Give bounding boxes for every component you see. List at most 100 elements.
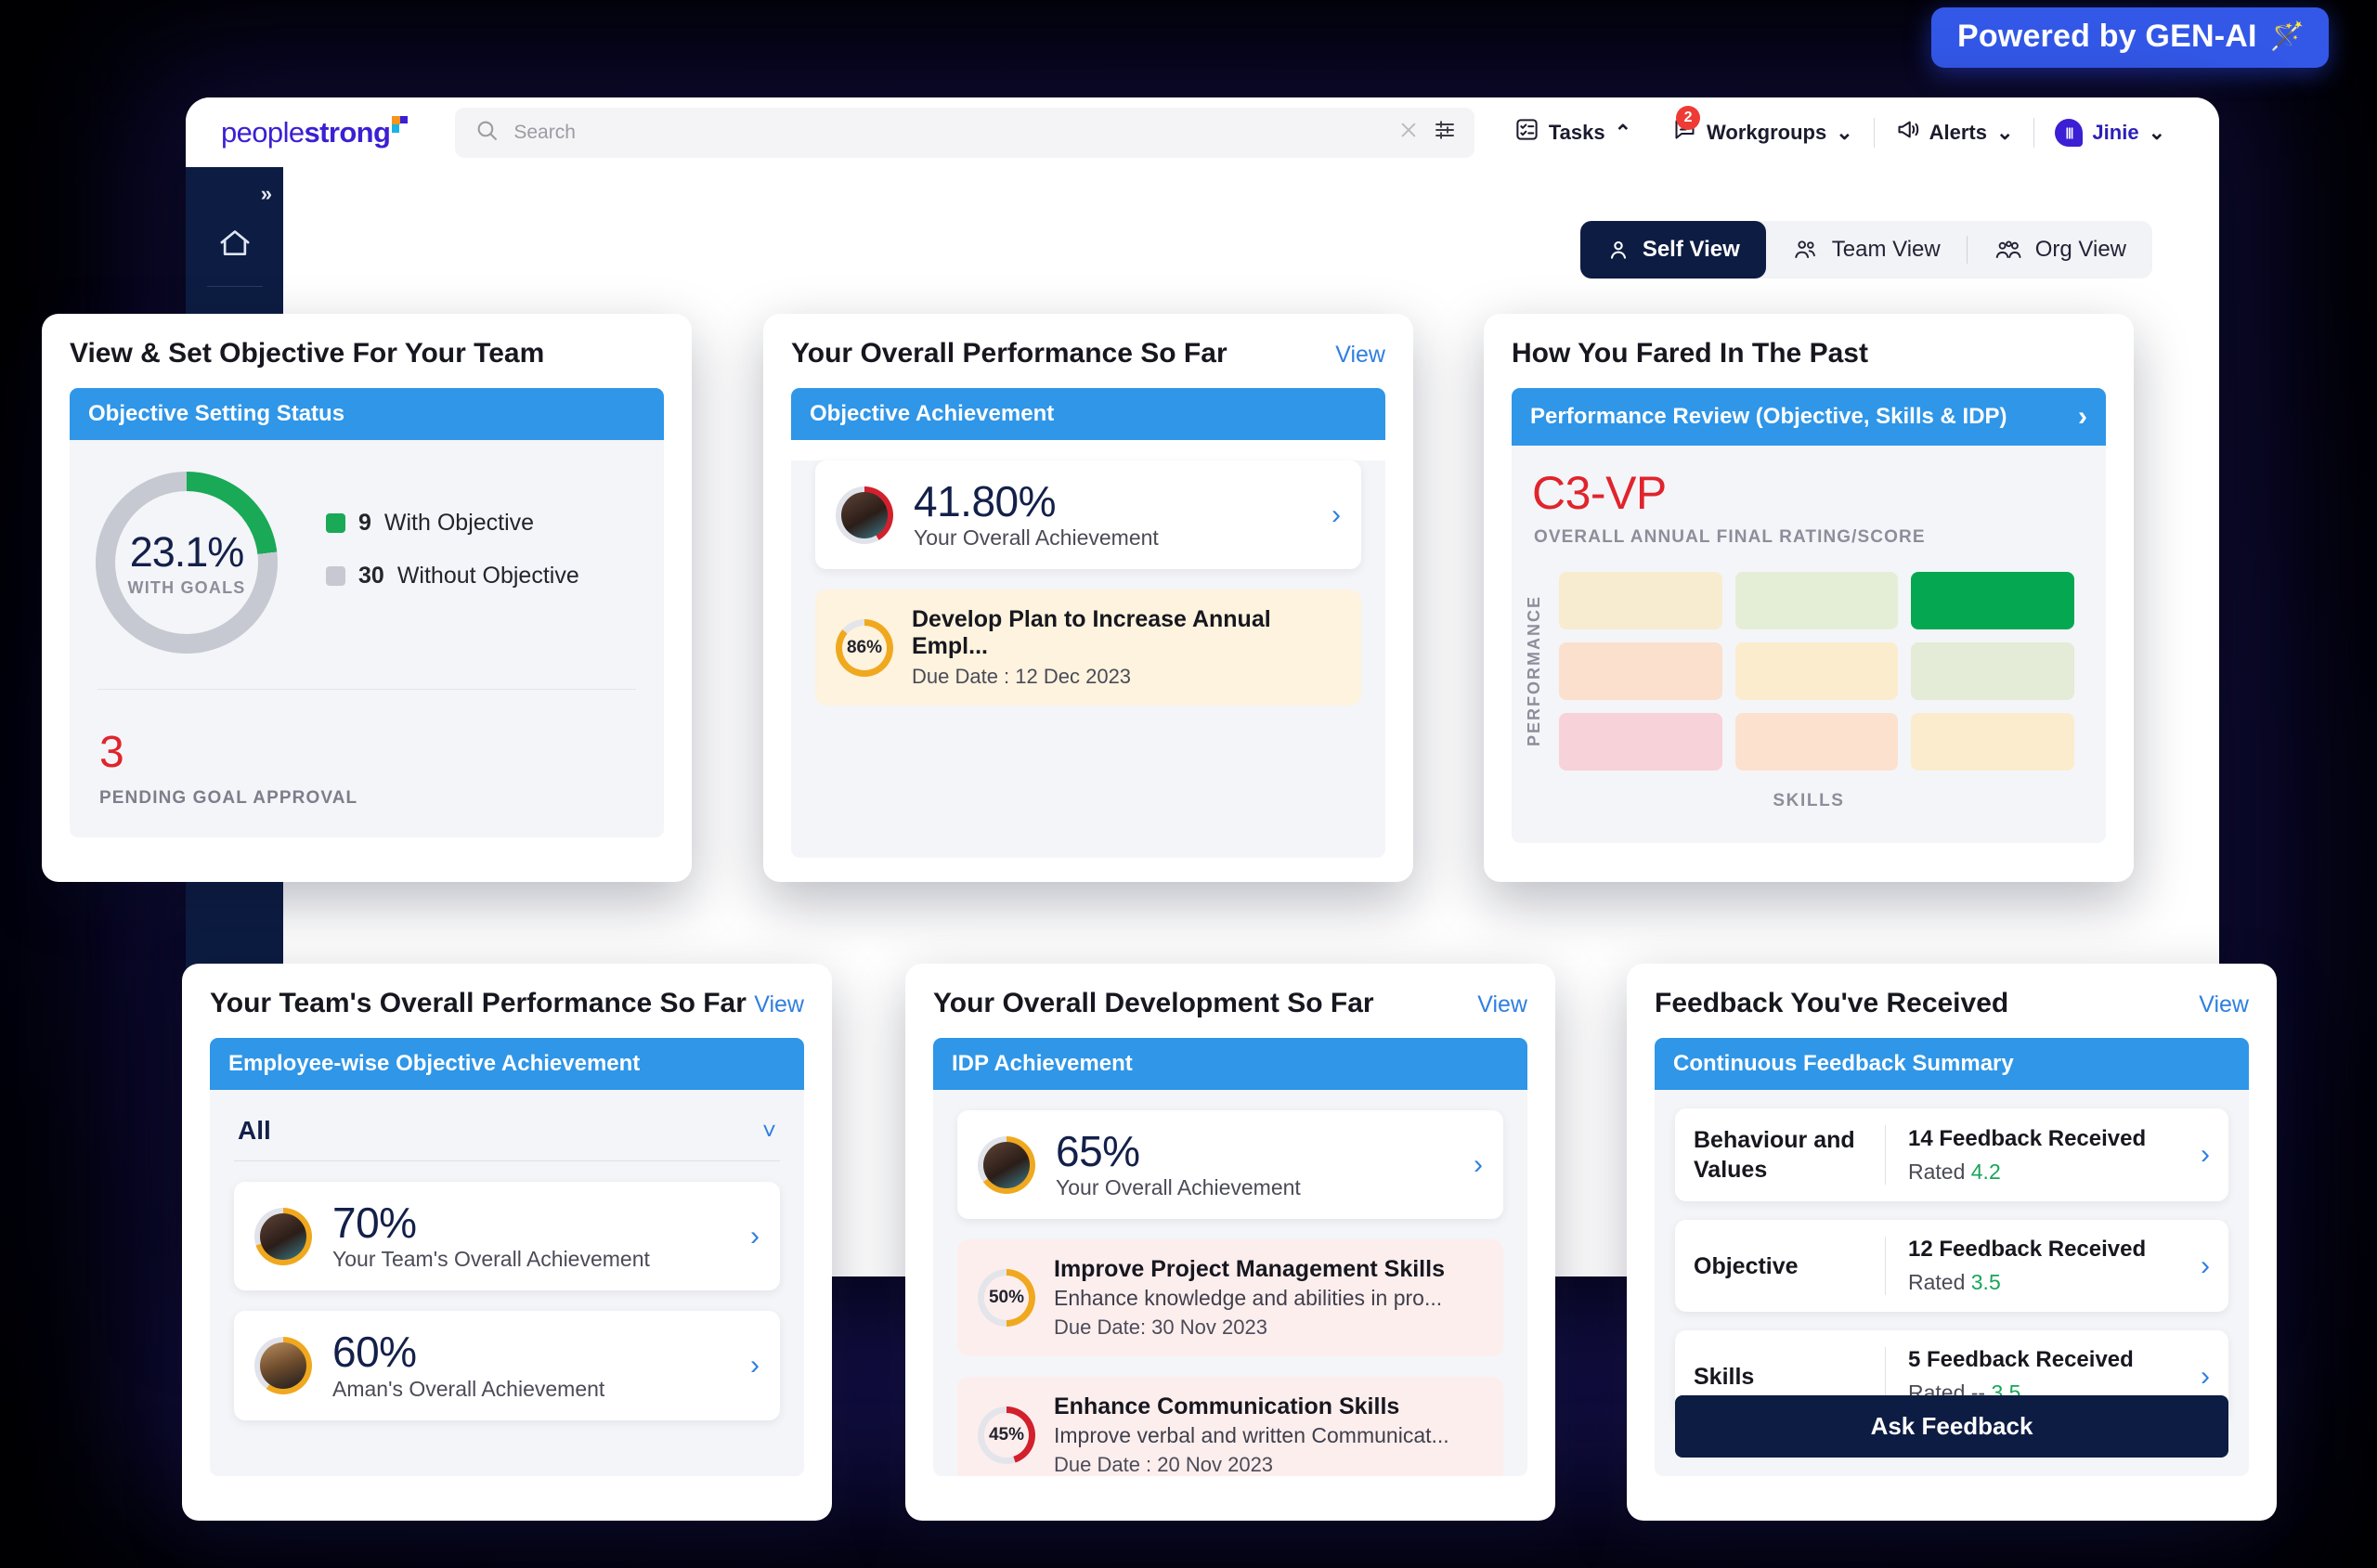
card-panel: 41.80% Your Overall Achievement › 86% De… [791, 460, 1385, 858]
team-achievement-percent: 70% [332, 1199, 417, 1247]
card-title-feedback: Feedback You've Received [1655, 988, 2009, 1018]
powered-by-genai-badge: Powered by GEN-AI 🪄 [1930, 7, 2329, 68]
card-header: View & Set Objective For Your Team [70, 338, 664, 369]
idp-task-row[interactable]: 50% Improve Project Management Skills En… [957, 1239, 1503, 1357]
search-bar[interactable]: Search [455, 107, 1475, 158]
card-header: Feedback You've Received View [1655, 988, 2249, 1019]
achievement-label: Your Overall Achievement [914, 525, 1159, 551]
idp-achievement-row[interactable]: 65% Your Overall Achievement › [957, 1110, 1503, 1220]
chevron-right-icon[interactable]: › [1474, 1149, 1483, 1181]
heatmap-x-axis-label: SKILLS [1773, 791, 1845, 810]
heatmap-cell [1559, 713, 1722, 771]
feedback-rated-prefix: Rated [1908, 1159, 1966, 1184]
final-rating-value: C3-VP [1532, 467, 1667, 519]
avatar [836, 486, 893, 544]
search-input[interactable]: Search [513, 122, 1383, 144]
tab-label-team-view: Team View [1831, 237, 1941, 262]
feedback-divider [1885, 1237, 1886, 1295]
heatmap-cell [1911, 642, 2074, 700]
feedback-rating-value: 4.2 [1970, 1159, 2001, 1184]
final-rating-label: OVERALL ANNUAL FINAL RATING/SCORE [1534, 527, 1926, 547]
view-link-overall-performance[interactable]: View [1335, 342, 1385, 369]
chevron-right-icon[interactable]: › [750, 1221, 760, 1252]
objective-donut-chart: 23.1% WITH GOALS 9 With Objective 30 Wit… [70, 440, 664, 670]
chevron-right-icon[interactable]: › [2201, 1361, 2210, 1393]
task-due-date: Due Date : 12 Dec 2023 [912, 665, 1132, 689]
card-banner: Employee-wise Objective Achievement [210, 1038, 804, 1090]
feedback-rating-value: 3.5 [1970, 1270, 2001, 1294]
feedback-count: 5 Feedback Received [1908, 1347, 2134, 1372]
donut-value: 23.1% [129, 527, 245, 576]
filter-sliders-icon[interactable] [1434, 119, 1456, 146]
peoplestrong-logo[interactable]: peoplestrong [221, 115, 409, 149]
donut-center: 23.1% WITH GOALS [115, 491, 258, 634]
employee-filter-select[interactable]: All ˅ [234, 1107, 780, 1161]
overall-achievement-row[interactable]: 41.80% Your Overall Achievement › [815, 460, 1361, 570]
view-link-development[interactable]: View [1477, 991, 1527, 1018]
sidebar-item-home[interactable] [186, 206, 283, 280]
tasks-icon [1514, 117, 1539, 148]
pending-goal-approval[interactable]: 3 PENDING GOAL APPROVAL [70, 690, 664, 809]
idp-task-due-date: Due Date: 30 Nov 2023 [1054, 1315, 1267, 1340]
nav-item-jinie[interactable]: ||| Jinie ⌄ [2034, 118, 2186, 147]
heatmap-cell [1734, 713, 1899, 771]
card-title-past-performance: How You Fared In The Past [1512, 338, 1868, 369]
nav-item-tasks[interactable]: Tasks ⌃ [1494, 117, 1652, 148]
feedback-rated-prefix: Rated [1908, 1270, 1966, 1294]
employee-achievement-row[interactable]: 60% Aman's Overall Achievement › [234, 1311, 780, 1420]
nav-item-alerts[interactable]: Alerts ⌄ [1875, 117, 2034, 148]
chevron-down-icon[interactable]: ˅ [762, 1117, 776, 1146]
view-link-feedback[interactable]: View [2199, 991, 2249, 1018]
idp-task-row[interactable]: 45% Enhance Communication Skills Improve… [957, 1377, 1503, 1476]
chevron-right-icon[interactable]: › [2201, 1251, 2210, 1282]
chevron-right-icon[interactable]: › [2201, 1139, 2210, 1171]
card-title-development: Your Overall Development So Far [933, 988, 1374, 1018]
view-link-team-performance[interactable]: View [754, 991, 804, 1018]
card-panel: 23.1% WITH GOALS 9 With Objective 30 Wit… [70, 440, 664, 837]
idp-task-title: Enhance Communication Skills [1054, 1393, 1400, 1420]
nav-item-workgroups[interactable]: 2 Workgroups ⌄ [1652, 106, 1874, 148]
card-header: Your Team's Overall Performance So Far V… [210, 988, 804, 1019]
task-progress-percent: 86% [846, 637, 883, 657]
card-header: Your Overall Development So Far View [933, 988, 1527, 1019]
chevron-right-icon[interactable]: › [750, 1350, 760, 1381]
employee-achievement-label: Aman's Overall Achievement [332, 1376, 605, 1401]
feedback-row[interactable]: Objective 12 Feedback Received Rated 3.5… [1675, 1220, 2228, 1312]
team-achievement-row[interactable]: 70% Your Team's Overall Achievement › [234, 1182, 780, 1291]
heatmap-y-axis-label: PERFORMANCE [1525, 595, 1543, 747]
sidebar-expand-button[interactable]: » [261, 182, 272, 206]
feedback-rating-line: Rated 4.2 [1908, 1160, 2201, 1185]
feedback-category: Objective [1694, 1252, 1799, 1279]
header-nav: Tasks ⌃ 2 Workgroups ⌄ Alerts ⌄ ||| Jini… [1494, 106, 2186, 148]
card-panel: Behaviour and Values 14 Feedback Receive… [1655, 1090, 2249, 1476]
tab-org-view[interactable]: Org View [1968, 221, 2152, 279]
legend-swatch-with-objective [326, 513, 345, 533]
avatar-photo [983, 1141, 1030, 1188]
feedback-count: 14 Feedback Received [1908, 1125, 2147, 1151]
card-title-overall-performance: Your Overall Performance So Far [791, 338, 1227, 369]
tab-team-view[interactable]: Team View [1766, 221, 1967, 279]
tab-self-view[interactable]: Self View [1579, 221, 1766, 279]
feedback-category: Skills [1694, 1363, 1755, 1390]
heatmap-cell [1734, 572, 1899, 629]
team-achievement-label: Your Team's Overall Achievement [332, 1247, 650, 1272]
feedback-row[interactable]: Behaviour and Values 14 Feedback Receive… [1675, 1108, 2228, 1201]
logo-bold-text: strong [304, 115, 391, 149]
legend-label-without-objective: Without Objective [396, 563, 579, 589]
card-banner: IDP Achievement [933, 1038, 1527, 1090]
chevron-right-icon[interactable]: › [1331, 499, 1341, 531]
clear-icon[interactable] [1398, 120, 1419, 145]
card-banner-label: Objective Achievement [810, 401, 1055, 426]
heatmap-cell [1559, 572, 1722, 629]
ask-feedback-button[interactable]: Ask Feedback [1675, 1395, 2228, 1458]
card-past-performance: How You Fared In The Past Performance Re… [1484, 314, 2134, 882]
nav-label-jinie: Jinie [2092, 120, 2139, 144]
card-banner: Continuous Feedback Summary [1655, 1038, 2249, 1090]
card-overall-performance: Your Overall Performance So Far View Obj… [763, 314, 1413, 882]
chevron-right-icon[interactable]: › [2078, 401, 2087, 433]
card-team-performance: Your Team's Overall Performance So Far V… [182, 964, 832, 1521]
heatmap-cell [1734, 642, 1899, 700]
card-banner-label: Employee-wise Objective Achievement [228, 1051, 641, 1076]
task-row[interactable]: 86% Develop Plan to Increase Annual Empl… [815, 590, 1361, 706]
card-banner[interactable]: Performance Review (Objective, Skills & … [1512, 388, 2106, 446]
